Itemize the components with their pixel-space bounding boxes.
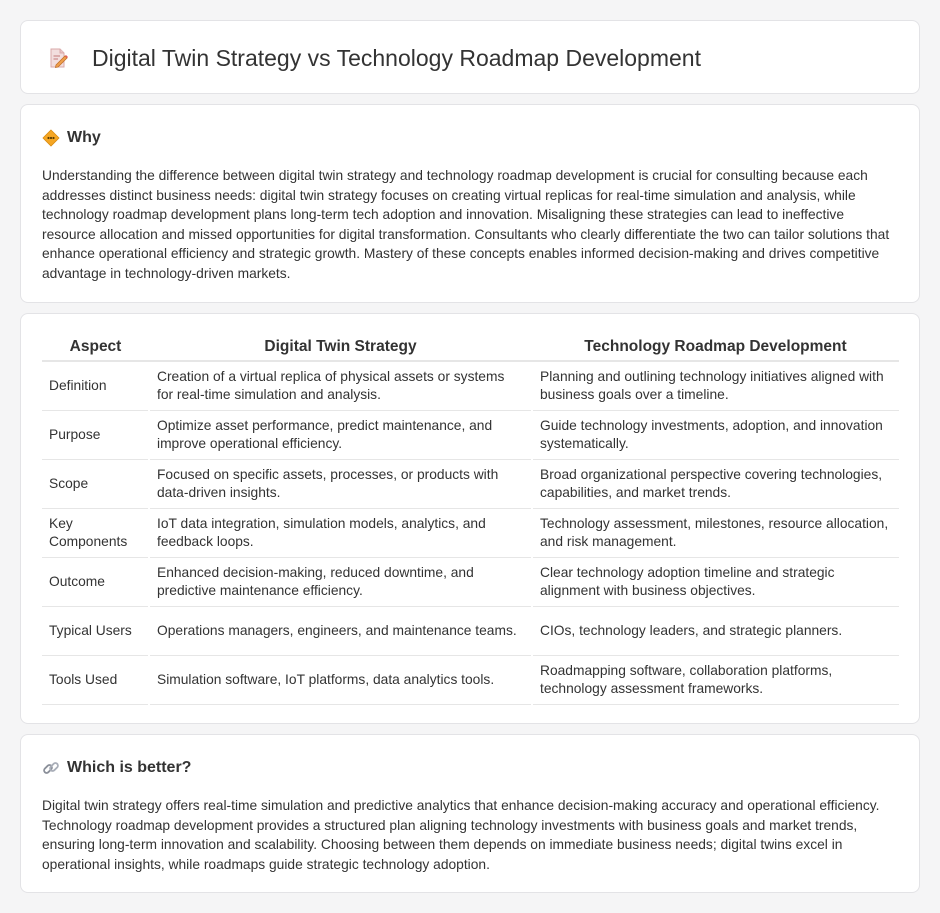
table-row: Purpose Optimize asset performance, pred… [42,410,899,460]
link-icon [42,759,60,777]
table-row: Outcome Enhanced decision-making, reduce… [42,557,899,607]
digital-twin-cell: Operations managers, engineers, and main… [148,606,532,656]
document-edit-icon [47,47,69,69]
digital-twin-cell: Optimize asset performance, predict main… [148,410,532,460]
which-is-better-section: Which is better? Digital twin strategy o… [20,734,920,893]
header-roadmap: Technology Roadmap Development [532,337,899,362]
why-title: Why [67,129,101,146]
roadmap-cell: Guide technology investments, adoption, … [531,410,899,460]
roadmap-cell: Technology assessment, milestones, resou… [531,508,899,558]
better-body: Digital twin strategy offers real-time s… [42,798,880,872]
table-row: Definition Creation of a virtual replica… [42,361,899,411]
digital-twin-cell: Creation of a virtual replica of physica… [148,361,532,411]
digital-twin-cell: Simulation software, IoT platforms, data… [148,655,532,705]
comparison-table: Aspect Digital Twin Strategy Technology … [42,337,899,705]
aspect-cell: Scope [42,459,149,509]
header-card: Digital Twin Strategy vs Technology Road… [20,20,920,94]
roadmap-cell: CIOs, technology leaders, and strategic … [531,606,899,656]
roadmap-cell: Clear technology adoption timeline and s… [531,557,899,607]
why-heading: Why [42,129,101,147]
why-section: Why Understanding the difference between… [20,104,920,303]
header-aspect: Aspect [42,337,149,362]
roadmap-cell: Roadmapping software, collaboration plat… [531,655,899,705]
roadmap-cell: Broad organizational perspective coverin… [531,459,899,509]
table-row: Key Components IoT data integration, sim… [42,508,899,558]
table-row: Scope Focused on specific assets, proces… [42,459,899,509]
aspect-cell: Definition [42,361,149,411]
page-title: Digital Twin Strategy vs Technology Road… [92,45,701,71]
header-digital-twin: Digital Twin Strategy [149,337,532,362]
better-title: Which is better? [67,759,192,776]
aspect-cell: Key Components [42,508,149,558]
aspect-cell: Tools Used [42,655,149,705]
digital-twin-cell: Focused on specific assets, processes, o… [148,459,532,509]
better-heading: Which is better? [42,759,191,777]
digital-twin-cell: IoT data integration, simulation models,… [148,508,532,558]
roadmap-cell: Planning and outlining technology initia… [531,361,899,411]
table-row: Typical Users Operations managers, engin… [42,606,899,656]
aspect-cell: Typical Users [42,606,149,656]
table-header-row: Aspect Digital Twin Strategy Technology … [42,337,899,362]
table-row: Tools Used Simulation software, IoT plat… [42,655,899,705]
aspect-cell: Purpose [42,410,149,460]
digital-twin-cell: Enhanced decision-making, reduced downti… [148,557,532,607]
aspect-cell: Outcome [42,557,149,607]
why-body: Understanding the difference between dig… [42,168,890,281]
warning-diamond-icon [42,129,60,147]
comparison-section: Aspect Digital Twin Strategy Technology … [20,313,920,724]
